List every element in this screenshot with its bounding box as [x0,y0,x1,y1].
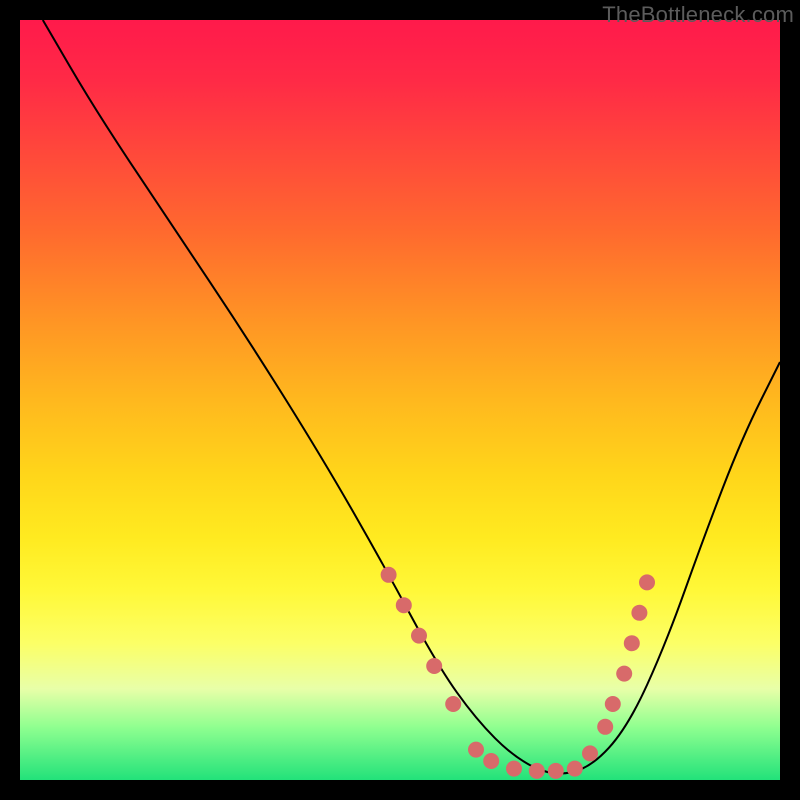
data-marker [506,761,522,777]
data-marker [605,696,621,712]
data-marker [426,658,442,674]
data-marker [616,666,632,682]
data-marker [411,628,427,644]
chart-svg [20,20,780,780]
curve-line [43,20,780,773]
data-marker [445,696,461,712]
data-marker [582,745,598,761]
chart-frame: TheBottleneck.com [0,0,800,800]
data-marker [631,605,647,621]
data-marker [624,635,640,651]
data-marker [548,763,564,779]
data-marker [639,574,655,590]
data-marker [529,763,545,779]
data-marker [468,742,484,758]
data-marker [597,719,613,735]
watermark-text: TheBottleneck.com [602,2,794,28]
data-marker [567,761,583,777]
plot-area [20,20,780,780]
data-marker [381,567,397,583]
data-marker [483,753,499,769]
marker-group [381,567,655,779]
data-marker [396,597,412,613]
